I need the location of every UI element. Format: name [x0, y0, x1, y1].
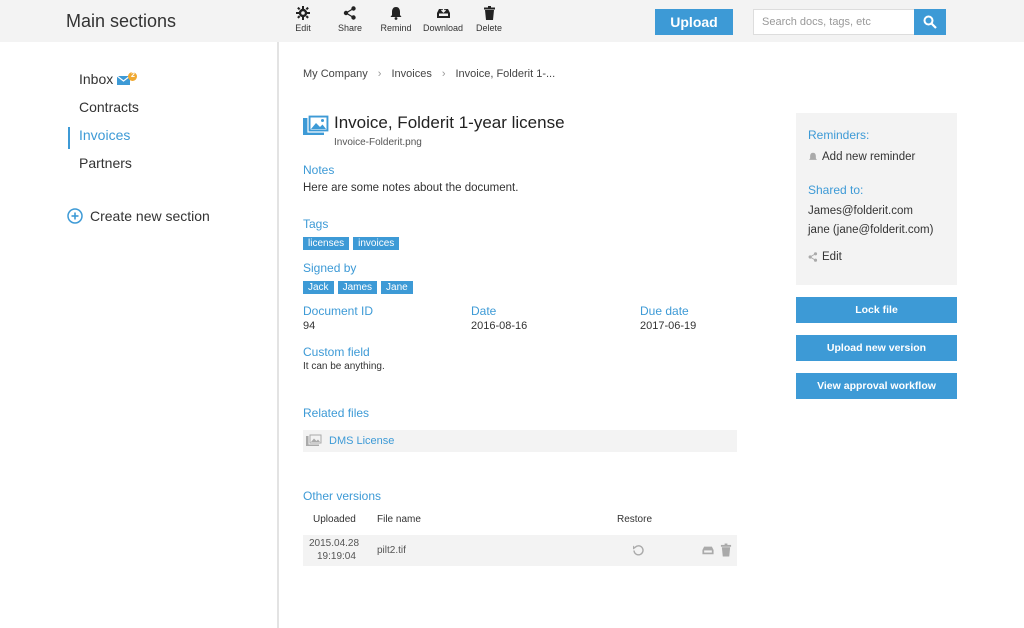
breadcrumb-item[interactable]: Invoices [391, 68, 431, 80]
tag[interactable]: licenses [303, 237, 350, 250]
column-header-uploaded: Uploaded [313, 514, 356, 525]
edit-tool-button[interactable]: Edit [280, 6, 326, 33]
signer-tag[interactable]: James [337, 281, 378, 294]
notes-text: Here are some notes about the document. [303, 182, 519, 194]
view-approval-workflow-button[interactable]: View approval workflow [796, 373, 957, 399]
due-date-label: Due date [640, 304, 689, 318]
notes-label: Notes [303, 163, 335, 177]
page-title: Main sections [66, 11, 177, 31]
breadcrumb-item: Invoice, Folderit 1-... [455, 68, 556, 80]
signer-tag[interactable]: Jane [381, 281, 413, 294]
tags-label: Tags [303, 217, 329, 231]
shared-to-label: Shared to: [808, 183, 864, 197]
share-icon [343, 6, 356, 20]
shared-user: James@folderit.com [808, 205, 913, 217]
chevron-right-icon: › [441, 68, 446, 80]
remind-tool-button[interactable]: Remind [373, 6, 419, 33]
share-icon [808, 252, 818, 262]
share-tool-button[interactable]: Share [327, 6, 373, 33]
sidebar-item-contracts[interactable]: Contracts [79, 99, 139, 115]
reminders-label: Reminders: [808, 128, 870, 142]
tags-list: licenses invoices [303, 233, 403, 251]
sidebar-item-label: Invoices [79, 127, 131, 143]
document-id-label: Document ID [303, 304, 374, 318]
delete-tool-label: Delete [475, 23, 502, 33]
shared-user: jane (jane@folderit.com) [808, 224, 934, 236]
search-icon [923, 15, 937, 29]
lock-file-button[interactable]: Lock file [796, 297, 957, 323]
sidebar-item-label: Inbox [79, 71, 114, 87]
document-id-value: 94 [303, 320, 316, 332]
top-bar: Main sections Edit Share Remind Download… [0, 0, 1024, 42]
chevron-right-icon: › [377, 68, 382, 80]
trash-icon [483, 6, 495, 20]
download-tool-label: Download [422, 23, 464, 33]
sidebar: Inbox 2 Contracts Invoices Partners Crea… [0, 42, 279, 628]
restore-icon[interactable] [632, 544, 645, 557]
info-panel: Reminders: Add new reminder Shared to: J… [796, 113, 957, 285]
inbox-count-badge: 2 [131, 72, 135, 79]
upload-new-version-button[interactable]: Upload new version [796, 335, 957, 361]
edit-sharing-button[interactable]: Edit [808, 251, 842, 263]
column-header-restore: Restore [617, 514, 653, 525]
bell-icon [809, 152, 817, 160]
edit-sharing-label: Edit [822, 251, 842, 263]
version-upload-time: 19:19:04 [317, 551, 356, 562]
download-icon[interactable] [701, 544, 715, 556]
trash-icon[interactable] [720, 543, 732, 557]
delete-tool-button[interactable]: Delete [466, 6, 512, 33]
active-indicator [68, 127, 70, 149]
create-section-button[interactable]: Create new section [67, 208, 210, 224]
related-file-row[interactable]: DMS License [303, 430, 737, 452]
custom-field-label: Custom field [303, 345, 370, 359]
add-reminder-button[interactable]: Add new reminder [808, 151, 915, 163]
related-files-label: Related files [303, 406, 370, 420]
bell-icon [390, 7, 402, 20]
gear-icon [296, 6, 310, 20]
sidebar-item-invoices[interactable]: Invoices [79, 127, 130, 143]
breadcrumb-item[interactable]: My Company [303, 68, 368, 80]
signers-list: Jack James Jane [303, 277, 417, 295]
version-file-name: pilt2.tif [377, 545, 406, 556]
related-file-link[interactable]: DMS License [329, 435, 394, 447]
date-label: Date [471, 304, 497, 318]
document-filename: Invoice-Folderit.png [334, 137, 422, 148]
tag[interactable]: invoices [353, 237, 400, 250]
sidebar-item-partners[interactable]: Partners [79, 155, 132, 171]
share-tool-label: Share [337, 23, 363, 33]
column-header-file-name: File name [377, 514, 421, 525]
breadcrumb: My Company › Invoices › Invoice, Folderi… [303, 68, 555, 80]
upload-button[interactable]: Upload [655, 9, 733, 35]
download-icon [436, 7, 450, 18]
date-value: 2016-08-16 [471, 320, 528, 332]
table-row: 2015.04.28 19:19:04 pilt2.tif [303, 535, 737, 566]
download-tool-button[interactable]: Download [420, 6, 466, 33]
edit-tool-label: Edit [295, 23, 311, 33]
document-title: Invoice, Folderit 1-year license [334, 113, 565, 132]
other-versions-label: Other versions [303, 489, 382, 503]
remind-tool-label: Remind [380, 23, 412, 33]
signed-by-label: Signed by [303, 261, 357, 275]
signer-tag[interactable]: Jack [303, 281, 334, 294]
search-button[interactable] [914, 9, 946, 35]
add-reminder-label: Add new reminder [822, 151, 916, 163]
create-section-label: Create new section [90, 208, 210, 224]
image-file-icon [303, 114, 330, 144]
sidebar-item-label: Partners [79, 155, 132, 171]
due-date-value: 2017-06-19 [640, 320, 697, 332]
sidebar-item-label: Contracts [79, 99, 139, 115]
sidebar-item-inbox[interactable]: Inbox [79, 71, 113, 87]
search-input[interactable] [753, 9, 915, 35]
custom-field-value: It can be anything. [303, 361, 385, 372]
version-upload-date: 2015.04.28 [309, 538, 360, 549]
plus-circle-icon [67, 208, 83, 224]
inbox-badge: 2 [116, 72, 139, 91]
image-file-icon [306, 434, 323, 446]
